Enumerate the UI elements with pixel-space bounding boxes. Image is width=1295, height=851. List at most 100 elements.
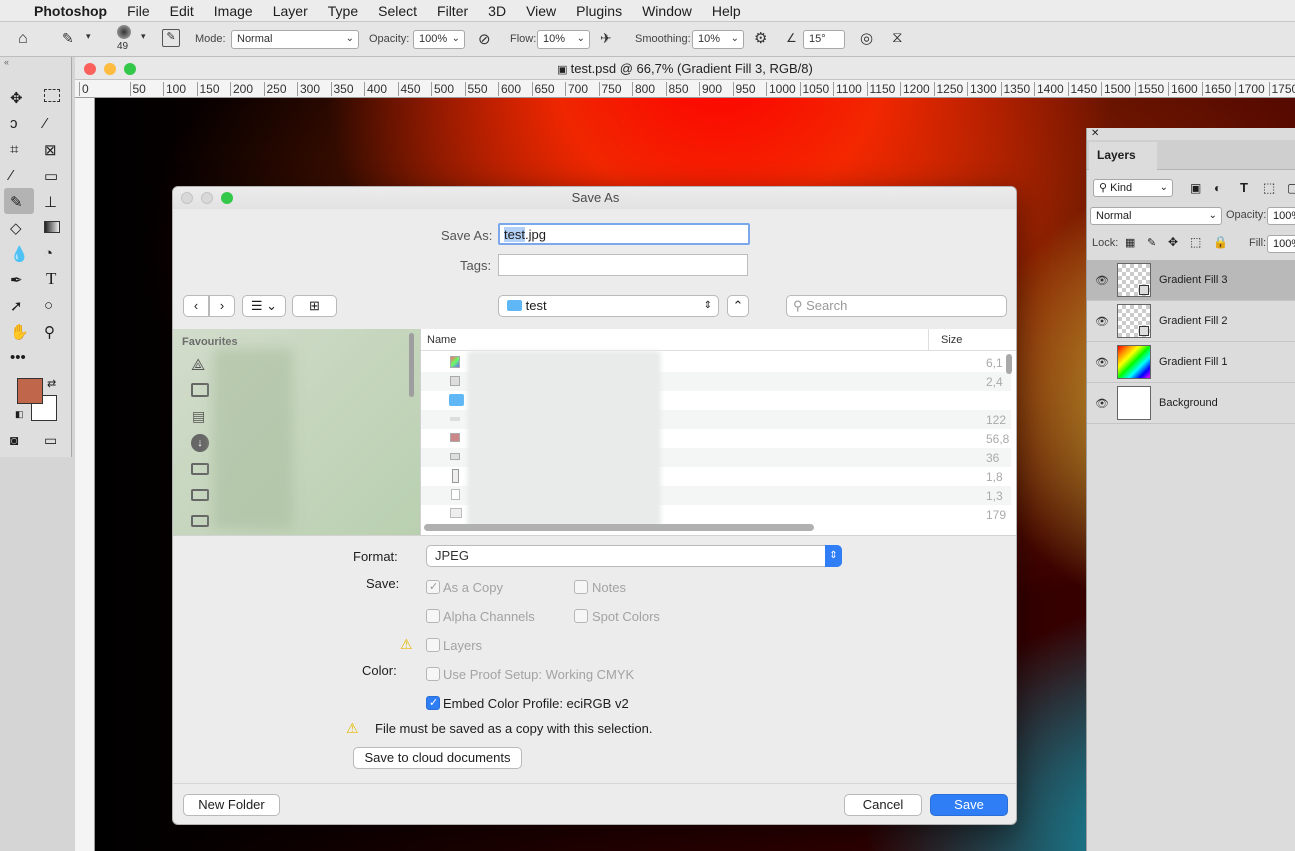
hand-tool-icon[interactable]: ✋ <box>10 323 29 341</box>
zoom-tool-icon[interactable]: ⚲ <box>44 323 55 341</box>
dodge-tool-icon[interactable]: ◔ <box>44 245 53 262</box>
layers-checkbox[interactable] <box>426 638 440 652</box>
downloads-icon[interactable]: ↓ <box>191 434 209 452</box>
save-button[interactable]: Save <box>930 794 1008 816</box>
location-select[interactable]: test ⇕ <box>498 295 719 317</box>
opacity-input[interactable]: 100% ⌄ <box>413 30 465 49</box>
eraser-tool-icon[interactable]: ◇ <box>10 219 22 237</box>
close-panel-icon[interactable]: ✕ <box>1091 128 1099 139</box>
filter-type-icon[interactable]: T <box>1240 180 1248 195</box>
smoothing-input[interactable]: 10% ⌄ <box>692 30 744 49</box>
notes-checkbox[interactable] <box>574 580 588 594</box>
swap-colors-icon[interactable]: ⇄ <box>47 377 56 390</box>
eyedropper-icon[interactable]: ⁄ <box>10 167 13 184</box>
spot-colors-checkbox[interactable] <box>574 609 588 623</box>
menu-file[interactable]: File <box>127 3 150 19</box>
menu-plugins[interactable]: Plugins <box>576 3 622 19</box>
airbrush-icon[interactable]: ✈ <box>600 30 612 47</box>
sidebar-scrollbar[interactable] <box>409 333 414 397</box>
screen-mode-icon[interactable]: ▭ <box>44 432 57 449</box>
layer-row[interactable]: 👁 Background <box>1087 383 1295 424</box>
foreground-color-swatch[interactable] <box>17 378 43 404</box>
new-folder-button[interactable]: New Folder <box>183 794 280 816</box>
menu-view[interactable]: View <box>526 3 556 19</box>
horizontal-scrollbar[interactable] <box>424 524 814 531</box>
applications-icon[interactable]: ⟁ <box>191 357 205 375</box>
cancel-button[interactable]: Cancel <box>844 794 922 816</box>
embed-profile-checkbox[interactable] <box>426 696 440 710</box>
type-tool-icon[interactable]: T <box>46 269 56 289</box>
gear-icon[interactable]: ⚙ <box>754 29 767 47</box>
dialog-minimize-button[interactable] <box>201 192 213 204</box>
layer-filter-select[interactable]: ⚲ Kind ⌄ <box>1093 179 1173 197</box>
tags-input[interactable] <box>498 254 748 276</box>
expand-dialog-button[interactable]: ⌃ <box>727 295 749 317</box>
angle-input[interactable]: 15° <box>803 30 845 49</box>
menu-filter[interactable]: Filter <box>437 3 468 19</box>
close-window-button[interactable] <box>84 63 96 75</box>
filter-adjustment-icon[interactable]: ◐ <box>1214 181 1221 195</box>
menu-edit[interactable]: Edit <box>170 3 194 19</box>
lock-transparent-icon[interactable]: ▦ <box>1125 236 1135 249</box>
stamp-tool-icon[interactable]: ⊥ <box>44 193 57 211</box>
chevron-down-icon[interactable]: ▾ <box>141 31 146 42</box>
brush-settings-icon[interactable]: ✎ <box>162 29 180 47</box>
layer-name[interactable]: Gradient Fill 1 <box>1159 356 1227 368</box>
move-tool-icon[interactable]: ✥ <box>10 89 23 107</box>
alpha-channels-checkbox[interactable] <box>426 609 440 623</box>
lasso-tool-icon[interactable]: ↄ <box>10 115 18 132</box>
frame-tool-icon[interactable]: ⊠ <box>44 141 57 159</box>
shape-tool-icon[interactable]: ○ <box>44 297 53 314</box>
flow-input[interactable]: 10% ⌄ <box>537 30 590 49</box>
menu-help[interactable]: Help <box>712 3 741 19</box>
marquee-tool-icon[interactable] <box>44 89 60 102</box>
view-options-button[interactable]: ☰ ⌄ <box>242 295 286 317</box>
pressure-opacity-icon[interactable]: ⊘ <box>478 30 491 48</box>
gradient-tool-icon[interactable] <box>44 221 60 233</box>
folder-icon[interactable] <box>191 463 209 475</box>
pressure-size-icon[interactable]: ◎ <box>860 29 873 47</box>
lock-all-icon[interactable]: 🔒 <box>1213 235 1228 249</box>
eye-icon[interactable]: 👁 <box>1087 397 1117 410</box>
zoom-window-button[interactable] <box>124 63 136 75</box>
menu-type[interactable]: Type <box>328 3 358 19</box>
layer-name[interactable]: Gradient Fill 3 <box>1159 274 1227 286</box>
mode-select[interactable]: Normal ⌄ <box>231 30 359 49</box>
layer-row[interactable]: 👁 Gradient Fill 2 <box>1087 301 1295 342</box>
chevron-down-icon[interactable]: ▾ <box>86 31 91 42</box>
menu-image[interactable]: Image <box>214 3 253 19</box>
desktop-icon[interactable] <box>191 383 209 397</box>
path-select-icon[interactable]: ➚ <box>10 297 23 315</box>
dialog-close-button[interactable] <box>181 192 193 204</box>
as-a-copy-checkbox[interactable] <box>426 580 440 594</box>
layer-row[interactable]: 👁 Gradient Fill 1 <box>1087 342 1295 383</box>
new-folder-icon-button[interactable]: ⊞ <box>292 295 337 317</box>
blend-mode-select[interactable]: Normal ⌄ <box>1090 207 1222 225</box>
symmetry-icon[interactable]: ⧖ <box>892 29 903 46</box>
proof-setup-checkbox[interactable] <box>426 667 440 681</box>
crop-tool-icon[interactable]: ⌗ <box>10 141 18 158</box>
filter-pixel-icon[interactable]: ▣ <box>1190 181 1201 195</box>
magic-wand-icon[interactable]: ⁄ <box>44 115 47 132</box>
menu-layer[interactable]: Layer <box>273 3 308 19</box>
eye-icon[interactable]: 👁 <box>1087 315 1117 328</box>
menu-window[interactable]: Window <box>642 3 692 19</box>
layer-opacity-input[interactable]: 100% <box>1267 207 1295 225</box>
fill-input[interactable]: 100% <box>1267 235 1295 253</box>
menu-app[interactable]: Photoshop <box>34 3 107 19</box>
format-select[interactable]: JPEG ⇕ <box>426 545 842 567</box>
lock-artboard-icon[interactable]: ⬚ <box>1190 235 1201 249</box>
lock-position-icon[interactable]: ✥ <box>1168 235 1178 249</box>
menu-3d[interactable]: 3D <box>488 3 506 19</box>
filter-smart-icon[interactable]: ▢ <box>1287 181 1295 195</box>
filter-shape-icon[interactable]: ⬚ <box>1263 180 1275 196</box>
blur-tool-icon[interactable]: 💧 <box>10 245 29 263</box>
documents-icon[interactable]: ▤ <box>192 408 205 425</box>
eye-icon[interactable]: 👁 <box>1087 356 1117 369</box>
dialog-zoom-button[interactable] <box>221 192 233 204</box>
menu-select[interactable]: Select <box>378 3 417 19</box>
healing-brush-icon[interactable]: ▭ <box>44 167 58 185</box>
layer-name[interactable]: Gradient Fill 2 <box>1159 315 1227 327</box>
layer-row[interactable]: 👁 Gradient Fill 3 <box>1087 260 1295 301</box>
layer-name[interactable]: Background <box>1159 397 1218 409</box>
